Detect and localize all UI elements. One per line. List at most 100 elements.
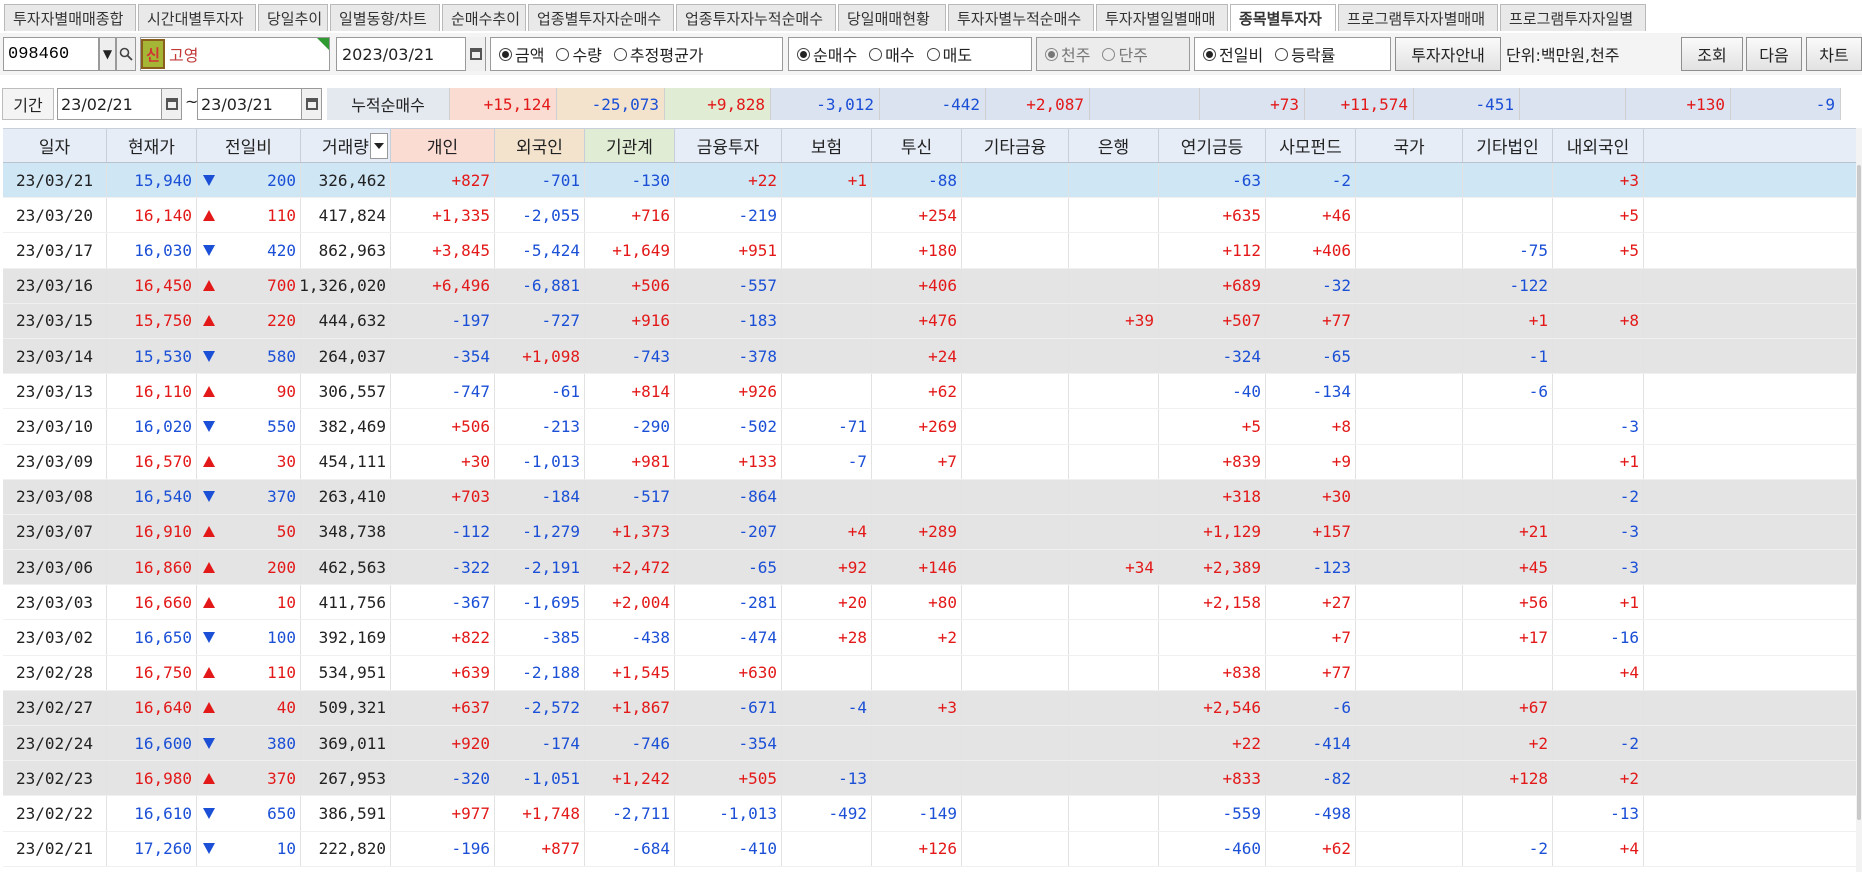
tab-6[interactable]: 업종투자자누적순매수 xyxy=(676,4,836,31)
investor-value-cell: -414 xyxy=(1266,726,1356,761)
investor-value-cell xyxy=(872,655,962,690)
compare-radio-1[interactable]: 등락률 xyxy=(1275,42,1335,66)
table-row[interactable]: 23/03/02 16,650 100 392,169 +822 -385 -438 -474… xyxy=(3,620,1858,656)
investor-guide-button[interactable]: 투자자안내 xyxy=(1395,37,1501,71)
table-row[interactable]: 23/03/09 16,570 30 454,111 +30 -1,013 +981 +133… xyxy=(3,444,1858,480)
trade-radio-0[interactable]: 순매수 xyxy=(797,42,857,66)
tab-0[interactable]: 투자자별매매종합 xyxy=(4,4,136,31)
unit-radio-0[interactable]: 천주 xyxy=(1045,42,1090,66)
tab-2[interactable]: 당일추이 xyxy=(258,4,328,31)
table-row[interactable]: 23/03/13 16,110 90 306,557 -747 -61 +814 +926 +6… xyxy=(3,374,1858,410)
stock-name-field[interactable]: 신 고영 xyxy=(140,37,330,71)
calendar-icon[interactable] xyxy=(465,37,485,71)
tab-10[interactable]: 종목별투자자 xyxy=(1230,4,1336,31)
triangle-up-icon xyxy=(203,702,215,714)
table-row[interactable]: 23/03/10 16,020 550 382,469 +506 -213 -290 -502… xyxy=(3,409,1858,445)
table-row[interactable]: 23/03/21 15,940 200 326,462 +827 -701 -130 +22 +… xyxy=(3,163,1858,199)
column-header-16[interactable]: 내외국인 xyxy=(1553,129,1644,162)
column-header-1[interactable]: 현재가 xyxy=(107,129,197,162)
compare-radio-0[interactable]: 전일비 xyxy=(1203,42,1263,66)
tab-9[interactable]: 투자자별일별매매 xyxy=(1096,4,1228,31)
tab-11[interactable]: 프로그램투자자별매매 xyxy=(1338,4,1498,31)
investor-value-cell: -727 xyxy=(495,303,585,338)
table-row[interactable]: 23/03/15 15,750 220 444,632 -197 -727 +916 -183… xyxy=(3,303,1858,339)
table-row[interactable]: 23/02/22 16,610 650 386,591 +977 +1,748 -2,711… xyxy=(3,796,1858,832)
table-row[interactable]: 23/03/20 16,140 110 417,824 +1,335 -2,055 +716… xyxy=(3,198,1858,234)
date-cell: 23/03/02 xyxy=(3,620,107,655)
amount-radio-1[interactable]: 수량 xyxy=(556,42,602,66)
investor-value-cell: +46 xyxy=(1266,198,1356,233)
investor-value-cell xyxy=(962,514,1069,550)
column-header-10[interactable]: 기타금융 xyxy=(962,129,1069,162)
table-row[interactable]: 23/03/06 16,860 200 462,563 -322 -2,191 +2,472… xyxy=(3,550,1858,586)
investor-value-cell: +637 xyxy=(391,690,495,725)
table-row[interactable]: 23/03/17 16,030 420 862,963 +3,845 -5,424 +1,6… xyxy=(3,233,1858,269)
investor-value-cell: +839 xyxy=(1159,444,1266,479)
search-button[interactable]: 조회 xyxy=(1681,37,1743,71)
stock-code-dropdown-button[interactable]: ▼ xyxy=(99,37,116,71)
table-row[interactable]: 23/03/14 15,530 580 264,037 -354 +1,098 -743 -3… xyxy=(3,338,1858,375)
trade-radio-2[interactable]: 매도 xyxy=(926,42,972,66)
table-row[interactable]: 23/02/27 16,640 40 509,321 +637 -2,572 +1,867-… xyxy=(3,690,1858,726)
tab-3[interactable]: 일별동향/차트 xyxy=(330,4,440,31)
column-header-14[interactable]: 국가 xyxy=(1356,129,1463,162)
table-row[interactable]: 23/03/16 16,450 700 1,326,020 +6,496 -6,881 +5… xyxy=(3,268,1858,304)
column-header-5[interactable]: 외국인 xyxy=(495,129,585,162)
volume-cell: 411,756 xyxy=(301,585,391,620)
column-header-15[interactable]: 기타법인 xyxy=(1463,129,1553,162)
amount-radio-2[interactable]: 추정평균가 xyxy=(613,42,704,66)
investor-value-cell: +39 xyxy=(1069,303,1159,338)
column-header-12[interactable]: 연기금등 xyxy=(1159,129,1266,162)
triangle-down-icon xyxy=(203,244,215,256)
tab-8[interactable]: 투자자별누적순매수 xyxy=(948,4,1094,31)
investor-value-cell xyxy=(1356,514,1463,550)
column-header-2[interactable]: 전일비 xyxy=(197,129,301,162)
column-header-0[interactable]: 일자 xyxy=(3,129,107,162)
investor-value-cell: -460 xyxy=(1159,831,1266,866)
period-from-date[interactable]: 23/02/21 xyxy=(57,88,182,120)
table-row[interactable]: 23/03/07 16,910 50 348,738 -112 -1,279 +1,373-… xyxy=(3,514,1858,551)
column-header-13[interactable]: 사모펀드 xyxy=(1266,129,1356,162)
volume-sort-dropdown-icon[interactable] xyxy=(370,133,388,159)
tab-5[interactable]: 업종별투자자순매수 xyxy=(528,4,674,31)
date-picker[interactable]: 2023/03/21 xyxy=(336,37,486,71)
investor-value-cell xyxy=(962,374,1069,409)
unit-radio-1[interactable]: 단주 xyxy=(1102,42,1148,66)
radio-dot-icon xyxy=(1275,47,1289,61)
tab-4[interactable]: 순매수추이 xyxy=(442,4,526,31)
investor-value-cell: -134 xyxy=(1266,374,1356,409)
tab-7[interactable]: 당일매매현황 xyxy=(838,4,946,31)
column-header-3[interactable]: 거래량 xyxy=(301,129,391,162)
table-row[interactable]: 23/03/03 16,660 10 411,756 -367 -1,695 +2,004-… xyxy=(3,585,1858,621)
amount-radio-0[interactable]: 금액 xyxy=(499,42,544,66)
table-row[interactable]: 23/03/08 16,540 370 263,410 +703 -184 -517 -864… xyxy=(3,479,1858,515)
period-to-date[interactable]: 23/03/21 xyxy=(197,88,322,120)
column-header-4[interactable]: 개인 xyxy=(391,129,495,162)
column-header-7[interactable]: 금융투자 xyxy=(675,129,782,162)
tab-1[interactable]: 시간대별투자자 xyxy=(138,4,256,31)
scrollbar-thumb[interactable] xyxy=(1857,165,1861,820)
investor-value-cell: -474 xyxy=(675,620,782,655)
calendar-icon[interactable] xyxy=(301,89,321,119)
investor-value-cell: +112 xyxy=(1159,233,1266,268)
column-header-8[interactable]: 보험 xyxy=(782,129,872,162)
investor-value-cell: +2,389 xyxy=(1159,550,1266,585)
table-row[interactable]: 23/02/28 16,750 110 534,951 +639 -2,188 +1,545… xyxy=(3,655,1858,691)
table-row[interactable]: 23/02/24 16,600 380 369,011 +920 -174 -746 -354… xyxy=(3,726,1858,762)
triangle-up-icon xyxy=(203,456,215,468)
column-header-9[interactable]: 투신 xyxy=(872,129,962,162)
next-button[interactable]: 다음 xyxy=(1746,37,1802,71)
column-header-11[interactable]: 은행 xyxy=(1069,129,1159,162)
chart-button[interactable]: 차트 xyxy=(1806,37,1862,71)
calendar-icon[interactable] xyxy=(161,89,181,119)
trade-radio-1[interactable]: 매수 xyxy=(869,42,915,66)
column-header-6[interactable]: 기관계 xyxy=(585,129,675,162)
stock-search-button[interactable] xyxy=(116,37,136,71)
table-row[interactable]: 23/02/23 16,980 370 267,953 -320 -1,051 +1,242… xyxy=(3,761,1858,797)
tab-12[interactable]: 프로그램투자자일별 xyxy=(1500,4,1646,31)
table-row[interactable]: 23/02/21 17,260 10 222,820 -196 +877 -684 -410 +… xyxy=(3,831,1858,867)
stock-code-input[interactable] xyxy=(3,37,99,71)
investor-value-cell: -320 xyxy=(391,761,495,796)
investor-value-cell: +7 xyxy=(872,444,962,479)
investor-value-cell: -16 xyxy=(1553,620,1644,655)
